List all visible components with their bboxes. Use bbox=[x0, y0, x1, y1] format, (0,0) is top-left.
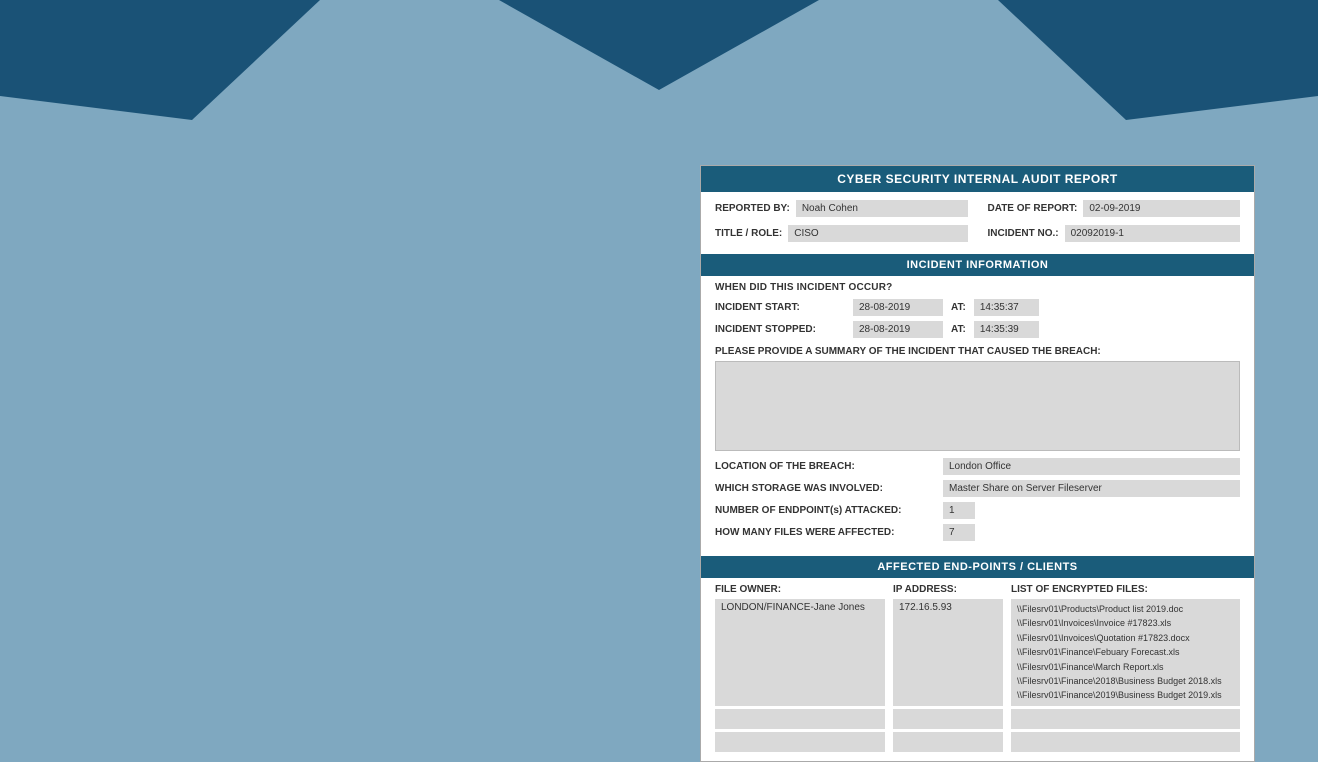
bg-decoration-right bbox=[998, 0, 1318, 120]
title-role-group: TITLE / ROLE: CISO bbox=[715, 225, 968, 242]
owner-empty-3 bbox=[715, 732, 885, 752]
endpoints-data-row-1: LONDON/FINANCE-Jane Jones 172.16.5.93 \\… bbox=[715, 599, 1240, 706]
files-affected-row: HOW MANY FILES WERE AFFECTED: 7 bbox=[715, 524, 1240, 541]
report-title: CYBER SECURITY INTERNAL AUDIT REPORT bbox=[701, 166, 1254, 192]
encrypted-files-list: \\Filesrv01\Products\Product list 2019.d… bbox=[1011, 599, 1240, 706]
storage-value: Master Share on Server Fileserver bbox=[943, 480, 1240, 497]
endpoints-row: NUMBER OF ENDPOINT(s) ATTACKED: 1 bbox=[715, 502, 1240, 519]
endpoints-data-row-2 bbox=[715, 709, 1240, 729]
files-col-header: LIST OF ENCRYPTED FILES: bbox=[1011, 584, 1240, 595]
ip-empty-2 bbox=[893, 709, 1003, 729]
incident-stopped-date: 28-08-2019 bbox=[853, 321, 943, 338]
incident-no-value: 02092019-1 bbox=[1065, 225, 1240, 242]
incident-section-header: INCIDENT INFORMATION bbox=[701, 254, 1254, 276]
files-empty-3 bbox=[1011, 732, 1240, 752]
files-affected-value: 7 bbox=[943, 524, 975, 541]
incident-start-at: AT: bbox=[951, 302, 966, 313]
endpoints-col-headers: FILE OWNER: IP ADDRESS: LIST OF ENCRYPTE… bbox=[715, 584, 1240, 595]
affected-section-header: AFFECTED END-POINTS / CLIENTS bbox=[701, 556, 1254, 578]
bg-decoration-center bbox=[459, 0, 859, 90]
bg-decoration-left bbox=[0, 0, 320, 120]
reported-by-value: Noah Cohen bbox=[796, 200, 968, 217]
storage-label: WHICH STORAGE WAS INVOLVED: bbox=[715, 483, 935, 494]
incident-start-row: INCIDENT START: 28-08-2019 AT: 14:35:37 bbox=[715, 299, 1240, 316]
summary-label: PLEASE PROVIDE A SUMMARY OF THE INCIDENT… bbox=[715, 346, 1240, 357]
location-label: LOCATION OF THE BREACH: bbox=[715, 461, 935, 472]
reported-by-group: REPORTED BY: Noah Cohen bbox=[715, 200, 968, 217]
title-incident-row: TITLE / ROLE: CISO INCIDENT NO.: 0209201… bbox=[701, 225, 1254, 250]
file-owner-col-header: FILE OWNER: bbox=[715, 584, 885, 595]
title-role-value: CISO bbox=[788, 225, 967, 242]
incident-start-time: 14:35:37 bbox=[974, 299, 1039, 316]
files-empty-2 bbox=[1011, 709, 1240, 729]
endpoints-data-row-3 bbox=[715, 732, 1240, 752]
date-value: 02-09-2019 bbox=[1083, 200, 1240, 217]
incident-start-label: INCIDENT START: bbox=[715, 302, 845, 313]
storage-row: WHICH STORAGE WAS INVOLVED: Master Share… bbox=[715, 480, 1240, 497]
ip-value: 172.16.5.93 bbox=[893, 599, 1003, 706]
incident-body: WHEN DID THIS INCIDENT OCCUR? INCIDENT S… bbox=[701, 276, 1254, 552]
when-question: WHEN DID THIS INCIDENT OCCUR? bbox=[715, 282, 1240, 293]
endpoints-value: 1 bbox=[943, 502, 975, 519]
date-label: DATE OF REPORT: bbox=[988, 203, 1078, 214]
title-role-label: TITLE / ROLE: bbox=[715, 228, 782, 239]
top-fields-row: REPORTED BY: Noah Cohen DATE OF REPORT: … bbox=[701, 192, 1254, 225]
incident-stopped-label: INCIDENT STOPPED: bbox=[715, 324, 845, 335]
date-group: DATE OF REPORT: 02-09-2019 bbox=[988, 200, 1241, 217]
incident-stopped-at: AT: bbox=[951, 324, 966, 335]
location-row: LOCATION OF THE BREACH: London Office bbox=[715, 458, 1240, 475]
ip-col-header: IP ADDRESS: bbox=[893, 584, 1003, 595]
endpoints-label: NUMBER OF ENDPOINT(s) ATTACKED: bbox=[715, 505, 935, 516]
files-affected-label: HOW MANY FILES WERE AFFECTED: bbox=[715, 527, 935, 538]
ip-empty-3 bbox=[893, 732, 1003, 752]
report-container: CYBER SECURITY INTERNAL AUDIT REPORT REP… bbox=[700, 165, 1255, 762]
incident-stopped-row: INCIDENT STOPPED: 28-08-2019 AT: 14:35:3… bbox=[715, 321, 1240, 338]
endpoints-body: FILE OWNER: IP ADDRESS: LIST OF ENCRYPTE… bbox=[701, 578, 1254, 761]
owner-value: LONDON/FINANCE-Jane Jones bbox=[715, 599, 885, 706]
location-value: London Office bbox=[943, 458, 1240, 475]
reported-by-label: REPORTED BY: bbox=[715, 203, 790, 214]
incident-no-group: INCIDENT NO.: 02092019-1 bbox=[988, 225, 1241, 242]
incident-start-date: 28-08-2019 bbox=[853, 299, 943, 316]
owner-empty-2 bbox=[715, 709, 885, 729]
incident-stopped-time: 14:35:39 bbox=[974, 321, 1039, 338]
incident-no-label: INCIDENT NO.: bbox=[988, 228, 1059, 239]
summary-textarea[interactable] bbox=[715, 361, 1240, 451]
